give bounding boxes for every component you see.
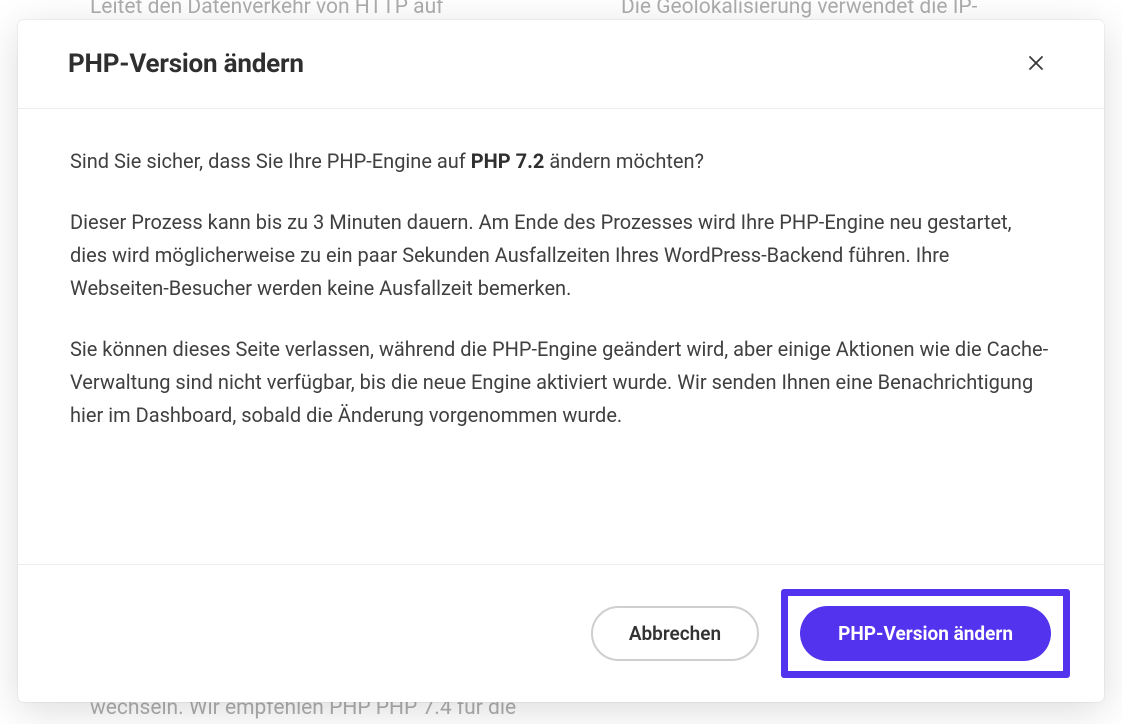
modal-header: PHP-Version ändern	[18, 20, 1104, 109]
confirm-question-pre: Sind Sie sicher, dass Sie Ihre PHP-Engin…	[70, 149, 471, 173]
close-icon	[1027, 54, 1045, 75]
modal-footer: Abbrechen PHP-Version ändern	[18, 564, 1104, 702]
modal-title: PHP-Version ändern	[68, 49, 304, 79]
leave-page-info-text: Sie können dieses Seite verlassen, währe…	[70, 333, 1052, 432]
confirm-change-php-button[interactable]: PHP-Version ändern	[800, 606, 1051, 661]
confirm-question: Sind Sie sicher, dass Sie Ihre PHP-Engin…	[70, 145, 1052, 178]
confirm-button-highlight: PHP-Version ändern	[781, 589, 1070, 678]
php-version-value: PHP 7.2	[471, 149, 545, 173]
confirm-question-post: ändern möchten?	[544, 149, 704, 173]
process-info-text: Dieser Prozess kann bis zu 3 Minuten dau…	[70, 206, 1052, 305]
modal-body: Sind Sie sicher, dass Sie Ihre PHP-Engin…	[18, 109, 1104, 564]
cancel-button[interactable]: Abbrechen	[591, 606, 759, 661]
change-php-version-modal: PHP-Version ändern Sind Sie sicher, dass…	[18, 20, 1104, 702]
close-button[interactable]	[1018, 46, 1054, 82]
